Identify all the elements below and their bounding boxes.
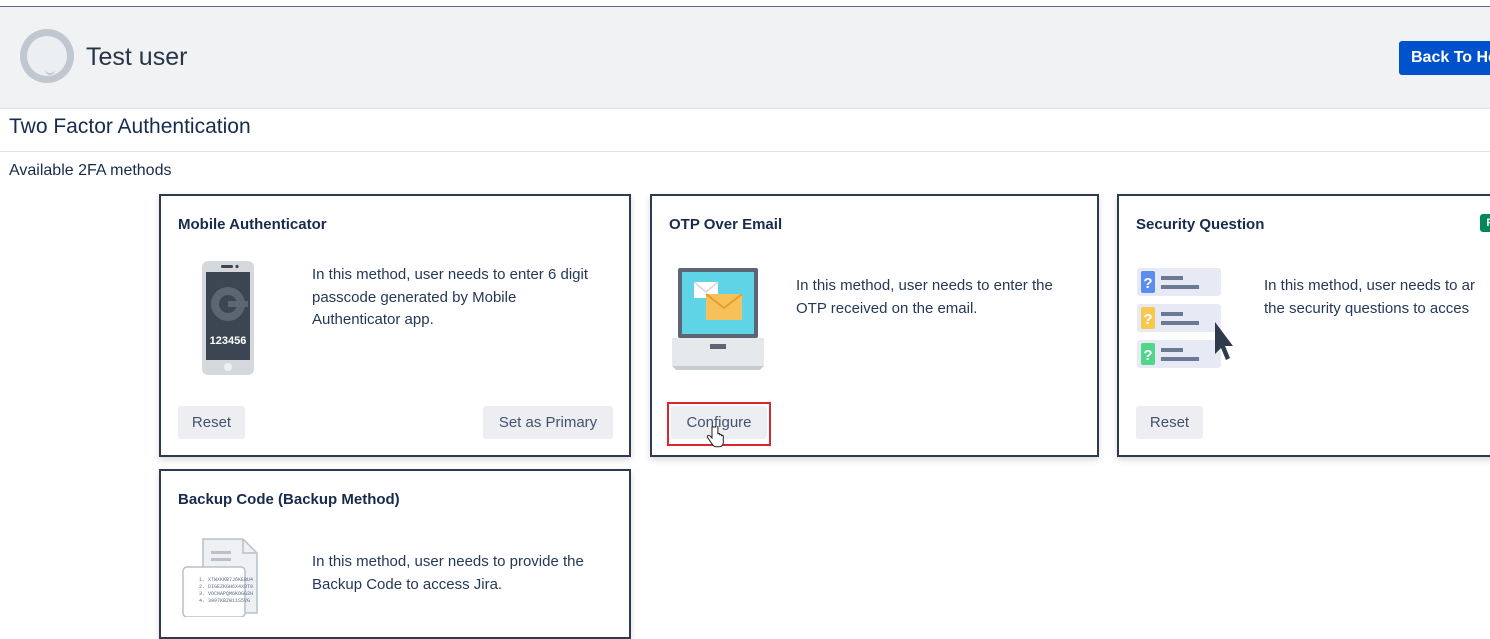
card-description: In this method, user needs to enter 6 di… bbox=[312, 266, 588, 328]
card-title: Security Question bbox=[1136, 216, 1265, 233]
svg-text:?: ? bbox=[1143, 311, 1152, 328]
backup-codes-list: 1. XTWXKKB7J6KEBU4 2. DIGEZKGH6X4XOT9 3.… bbox=[199, 577, 253, 605]
card-title: Backup Code (Backup Method) bbox=[178, 491, 400, 508]
svg-text:?: ? bbox=[1143, 347, 1152, 364]
reset-button[interactable]: Reset bbox=[1136, 406, 1203, 439]
profile-header: Test user Back To He bbox=[0, 7, 1490, 109]
avatar bbox=[20, 29, 74, 83]
page-title: Two Factor Authentication bbox=[9, 115, 251, 138]
method-card-security-question: Security Question P ? ? ? In this method… bbox=[1117, 194, 1490, 457]
card-description: In this method, user needs to enter the … bbox=[796, 277, 1053, 317]
backup-code: 1. XTWXKKB7J6KEBU4 bbox=[199, 577, 254, 583]
method-card-otp-email: OTP Over Email In this method, user need… bbox=[650, 194, 1099, 457]
card-title: Mobile Authenticator bbox=[178, 216, 327, 233]
backup-code: 4. 3997KBZW11S5VG bbox=[199, 598, 251, 604]
passcode-text: 123456 bbox=[210, 335, 247, 347]
card-description: In this method, user needs to ar the sec… bbox=[1264, 277, 1475, 317]
security-questions-icon: ? ? ? bbox=[1137, 268, 1233, 368]
card-description: In this method, user needs to provide th… bbox=[312, 553, 584, 593]
set-as-primary-button[interactable]: Set as Primary bbox=[483, 406, 613, 439]
laptop-email-icon bbox=[672, 268, 764, 370]
smartphone-icon: 123456 bbox=[202, 261, 254, 375]
primary-badge: P bbox=[1480, 214, 1490, 232]
method-card-backup-code: Backup Code (Backup Method) 1. XTWXKKB7J… bbox=[159, 469, 631, 639]
card-title: OTP Over Email bbox=[669, 216, 783, 233]
svg-text:?: ? bbox=[1143, 275, 1152, 292]
hand-cursor-icon bbox=[706, 426, 724, 448]
user-name: Test user bbox=[86, 43, 188, 71]
backup-code: 3. VOCNAPQM6KOGG2H bbox=[199, 591, 254, 597]
section-label: Available 2FA methods bbox=[9, 162, 172, 179]
divider bbox=[0, 151, 1490, 152]
top-border bbox=[0, 0, 1490, 7]
back-to-home-button[interactable]: Back To He bbox=[1399, 41, 1490, 75]
reset-button[interactable]: Reset bbox=[178, 406, 245, 439]
method-card-mobile-authenticator: Mobile Authenticator 123456 In this meth… bbox=[159, 194, 631, 457]
backup-code: 2. DIGEZKGH6X4XOT9 bbox=[199, 584, 254, 590]
